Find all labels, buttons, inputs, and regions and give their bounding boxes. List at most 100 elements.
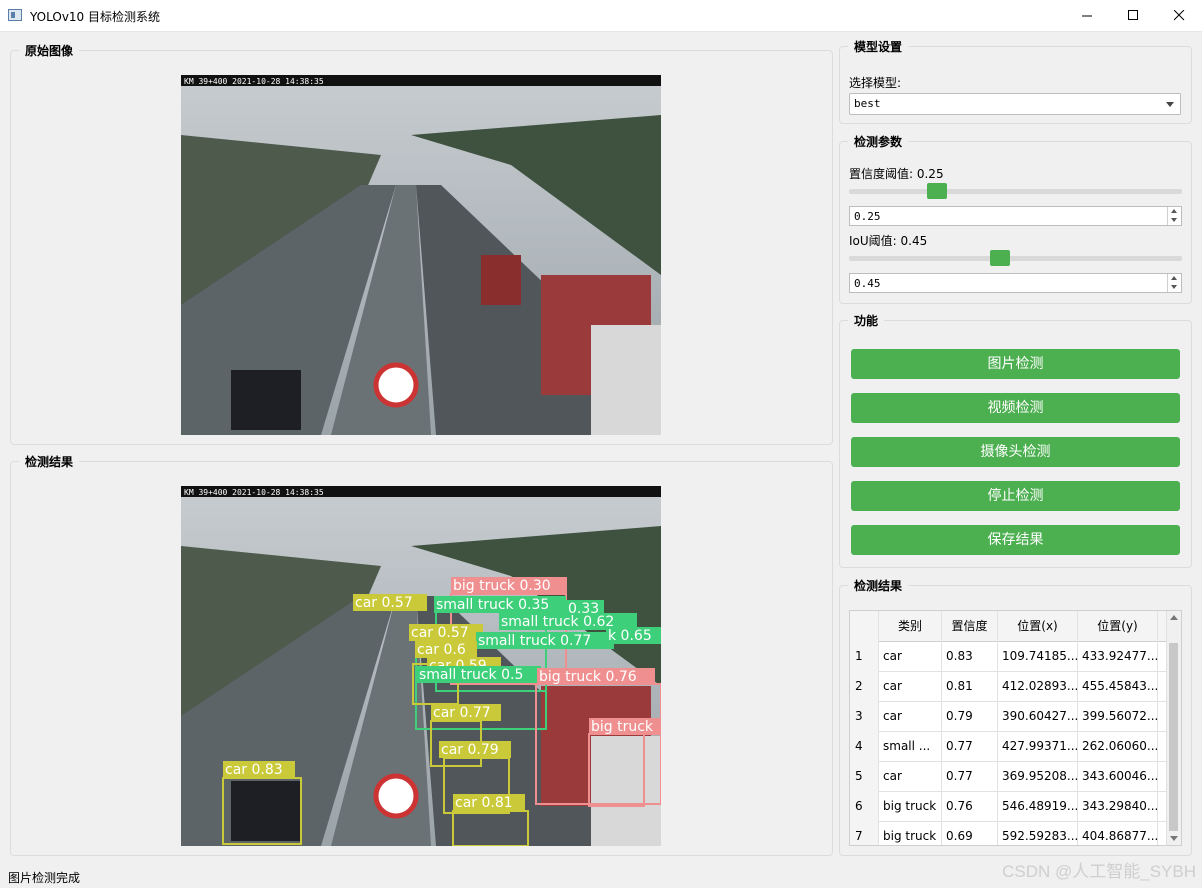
model-select-value: best (854, 97, 881, 110)
stop-detect-button[interactable]: 停止检测 (851, 481, 1180, 511)
table-cell: car (879, 641, 942, 671)
table-cell: 109.74185... (998, 641, 1078, 671)
table-cell: big truck (879, 821, 942, 845)
iou-spinbox[interactable]: 0.45 (849, 273, 1182, 293)
table-corner (850, 611, 879, 641)
results-table-title: 检测结果 (848, 577, 909, 594)
model-select[interactable]: best (849, 93, 1181, 115)
iou-slider-handle[interactable] (990, 250, 1010, 266)
table-row[interactable]: 3 car 0.79 390.60427... 399.56072... (850, 701, 1168, 732)
table-header: 类别 置信度 位置(x) 位置(y) (850, 611, 1168, 642)
det-label: big truck (591, 719, 654, 735)
table-cell: 343.29840... (1078, 791, 1158, 821)
det-label: car 0.77 (433, 705, 491, 721)
scrollbar-thumb[interactable] (1169, 643, 1178, 831)
table-cell: 433.92477... (1078, 641, 1158, 671)
table-cell: big truck (879, 791, 942, 821)
column-header-confidence[interactable]: 置信度 (942, 611, 998, 641)
column-header-x[interactable]: 位置(x) (998, 611, 1078, 641)
maximize-icon (1128, 10, 1138, 20)
table-cell: 399.56072... (1078, 701, 1158, 731)
column-header-y[interactable]: 位置(y) (1078, 611, 1158, 641)
traffic-scene-detected: KM 39+400 2021-10-28 14:38:35 big truck … (181, 486, 661, 846)
det-label: k 0.65 (608, 628, 652, 644)
table-row[interactable]: 5 car 0.77 369.95208... 343.60046... (850, 761, 1168, 792)
row-number: 6 (850, 791, 879, 821)
window-title: YOLOv10 目标检测系统 (30, 10, 161, 24)
spin-up-icon[interactable] (1167, 274, 1181, 283)
minimize-button[interactable] (1064, 0, 1110, 31)
camera-detect-button[interactable]: 摄像头检测 (851, 437, 1180, 467)
status-bar-text: 图片检测完成 (8, 871, 81, 885)
detection-params-title: 检测参数 (848, 133, 909, 150)
table-cell: 0.77 (942, 761, 998, 791)
row-number: 7 (850, 821, 879, 845)
det-label: car 0.57 (411, 625, 469, 641)
row-number: 5 (850, 761, 879, 791)
conf-slider-track (849, 189, 1182, 194)
image-detect-button[interactable]: 图片检测 (851, 349, 1180, 379)
table-cell: car (879, 761, 942, 791)
save-results-button[interactable]: 保存结果 (851, 525, 1180, 555)
row-number: 3 (850, 701, 879, 731)
row-number: 4 (850, 731, 879, 761)
table-row[interactable]: 6 big truck 0.76 546.48919... 343.29840... (850, 791, 1168, 822)
table-cell: 546.48919... (998, 791, 1078, 821)
spin-up-icon[interactable] (1167, 207, 1181, 216)
scroll-up-icon[interactable] (1170, 615, 1178, 620)
table-row[interactable]: 1 car 0.83 109.74185... 433.92477... (850, 641, 1168, 672)
conf-spinbox-value: 0.25 (854, 210, 881, 223)
camera-overlay-text: KM 39+400 2021-10-28 14:38:35 (184, 488, 324, 497)
det-label: car 0.81 (455, 795, 513, 811)
iou-slider-track (849, 256, 1182, 261)
det-label: small truck 0.35 (436, 597, 549, 613)
app-icon (8, 9, 22, 21)
original-image-title: 原始图像 (19, 42, 80, 59)
close-button[interactable] (1156, 0, 1202, 31)
det-label: small truck 0.77 (478, 633, 591, 649)
column-header-class[interactable]: 类别 (879, 611, 942, 641)
table-cell: car (879, 671, 942, 701)
conf-slider-handle[interactable] (927, 183, 947, 199)
det-label: car 0.79 (441, 742, 499, 758)
table-row[interactable]: 4 small ... 0.77 427.99371... 262.06060... (850, 731, 1168, 762)
row-number: 1 (850, 641, 879, 671)
minimize-icon (1082, 15, 1092, 17)
spin-down-icon[interactable] (1167, 216, 1181, 225)
scroll-down-icon[interactable] (1170, 836, 1178, 841)
traffic-scene-original: KM 39+400 2021-10-28 14:38:35 (181, 75, 661, 435)
table-cell: 0.69 (942, 821, 998, 845)
table-cell: small ... (879, 731, 942, 761)
iou-spinbox-value: 0.45 (854, 277, 881, 290)
det-label: small truck 0.5 (419, 667, 523, 683)
table-cell: 404.86877... (1078, 821, 1158, 845)
table-cell: 262.06060... (1078, 731, 1158, 761)
title-bar: YOLOv10 目标检测系统 (0, 0, 1202, 32)
table-cell: 592.59283... (998, 821, 1078, 845)
camera-overlay-text: KM 39+400 2021-10-28 14:38:35 (184, 77, 324, 86)
original-image: KM 39+400 2021-10-28 14:38:35 (181, 75, 661, 435)
table-cell: 427.99371... (998, 731, 1078, 761)
watermark: CSDN @人工智能_SYBH (1002, 862, 1196, 881)
table-row[interactable]: 2 car 0.81 412.02893... 455.45843... (850, 671, 1168, 702)
row-number: 2 (850, 671, 879, 701)
iou-slider[interactable] (849, 248, 1182, 268)
result-image: KM 39+400 2021-10-28 14:38:35 big truck … (181, 486, 661, 846)
results-table[interactable]: 类别 置信度 位置(x) 位置(y) 1 car 0.83 109.74185... 4… (849, 610, 1182, 846)
maximize-button[interactable] (1110, 0, 1156, 31)
table-row[interactable]: 7 big truck 0.69 592.59283... 404.86877... (850, 821, 1168, 845)
result-image-title: 检测结果 (19, 453, 80, 470)
table-scrollbar[interactable] (1166, 611, 1181, 845)
table-cell: 412.02893... (998, 671, 1078, 701)
table-cell: 0.79 (942, 701, 998, 731)
table-cell: 343.60046... (1078, 761, 1158, 791)
spin-down-icon[interactable] (1167, 283, 1181, 292)
conf-slider[interactable] (849, 181, 1182, 201)
video-detect-button[interactable]: 视频检测 (851, 393, 1180, 423)
functions-title: 功能 (848, 312, 885, 329)
model-settings-title: 模型设置 (848, 38, 909, 55)
conf-spinbox[interactable]: 0.25 (849, 206, 1182, 226)
det-label: car 0.57 (355, 595, 413, 611)
conf-label: 置信度阈值: 0.25 (849, 167, 944, 181)
chevron-down-icon (1166, 102, 1174, 107)
